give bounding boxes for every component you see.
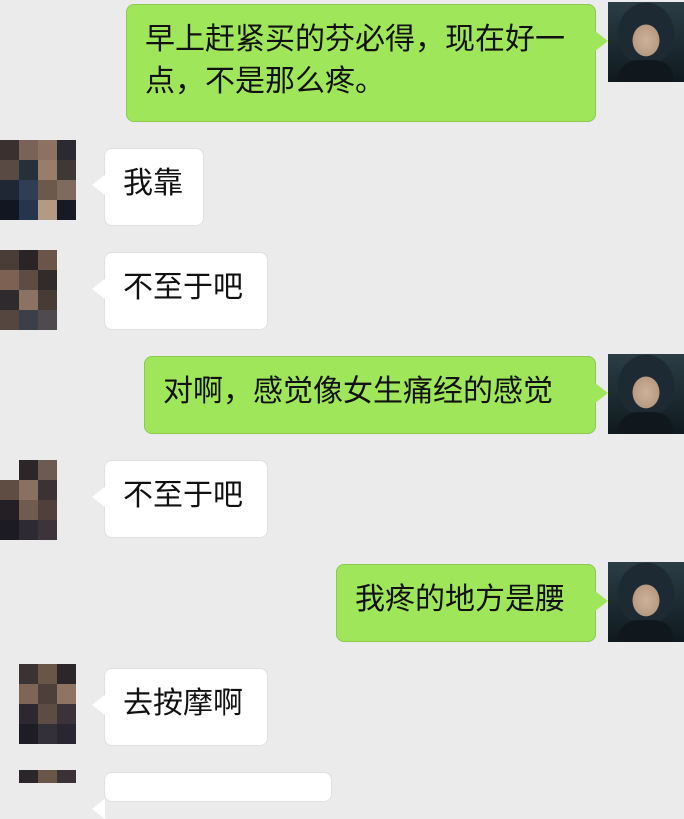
outgoing-message-bubble[interactable]: 我疼的地方是腰 <box>336 564 608 642</box>
message-text: 去按摩啊 <box>123 686 243 721</box>
contact-avatar[interactable] <box>0 140 76 220</box>
incoming-message-bubble[interactable]: 我靠 <box>92 148 204 226</box>
message-text: 我疼的地方是腰 <box>355 582 565 617</box>
outgoing-message-bubble[interactable]: 早上赶紧买的芬必得，现在好一点，不是那么疼。 <box>126 4 608 122</box>
contact-avatar[interactable] <box>0 250 76 330</box>
message-text: 不至于吧 <box>123 270 243 305</box>
message-text: 不至于吧 <box>123 478 243 513</box>
message-text: 对啊，感觉像女生痛经的感觉 <box>163 374 553 409</box>
message-text: 我靠 <box>123 166 183 201</box>
incoming-message-bubble[interactable]: 不至于吧 <box>92 460 268 538</box>
contact-avatar[interactable] <box>0 460 76 540</box>
incoming-message-bubble[interactable]: 去按摩啊 <box>92 668 268 746</box>
user-avatar[interactable] <box>608 562 684 642</box>
outgoing-message-bubble[interactable]: 对啊，感觉像女生痛经的感觉 <box>144 356 608 434</box>
user-avatar[interactable] <box>608 2 684 82</box>
contact-avatar[interactable] <box>0 664 76 744</box>
contact-avatar[interactable] <box>0 770 76 783</box>
incoming-message-bubble[interactable] <box>92 772 332 819</box>
incoming-message-bubble[interactable]: 不至于吧 <box>92 252 268 330</box>
user-avatar[interactable] <box>608 354 684 434</box>
message-text: 早上赶紧买的芬必得，现在好一点，不是那么疼。 <box>145 22 565 99</box>
